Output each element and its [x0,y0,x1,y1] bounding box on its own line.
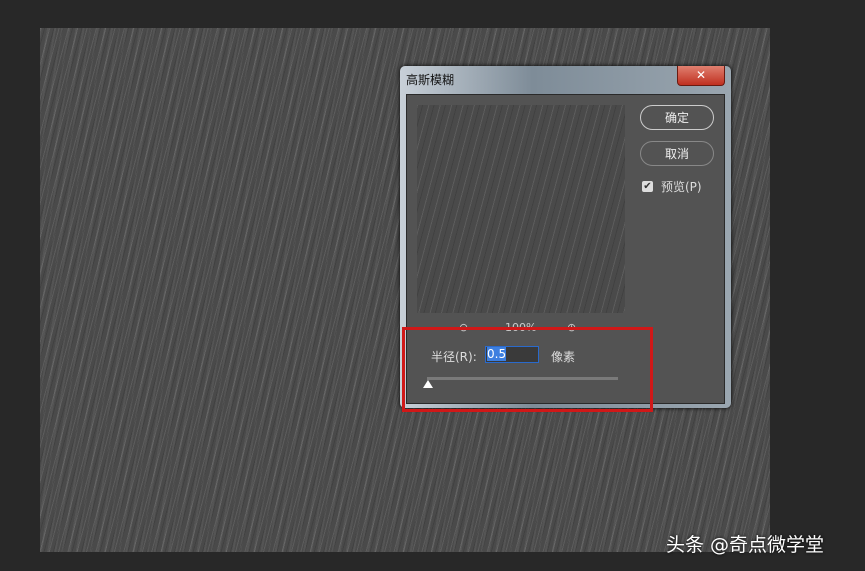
preview-pane[interactable] [417,105,625,313]
cancel-button[interactable]: 取消 [640,141,714,166]
watermark: 头条 @奇点微学堂 [666,534,825,556]
ok-button[interactable]: 确定 [640,105,714,130]
preview-checkbox[interactable]: ✔ 预览(P) [642,178,702,195]
close-button[interactable]: ✕ [677,66,725,86]
highlight-box [402,327,653,412]
preview-label: 预览(P) [661,180,702,194]
dialog-title: 高斯模糊 [406,73,455,87]
checkbox-check-icon: ✔ [642,181,653,192]
